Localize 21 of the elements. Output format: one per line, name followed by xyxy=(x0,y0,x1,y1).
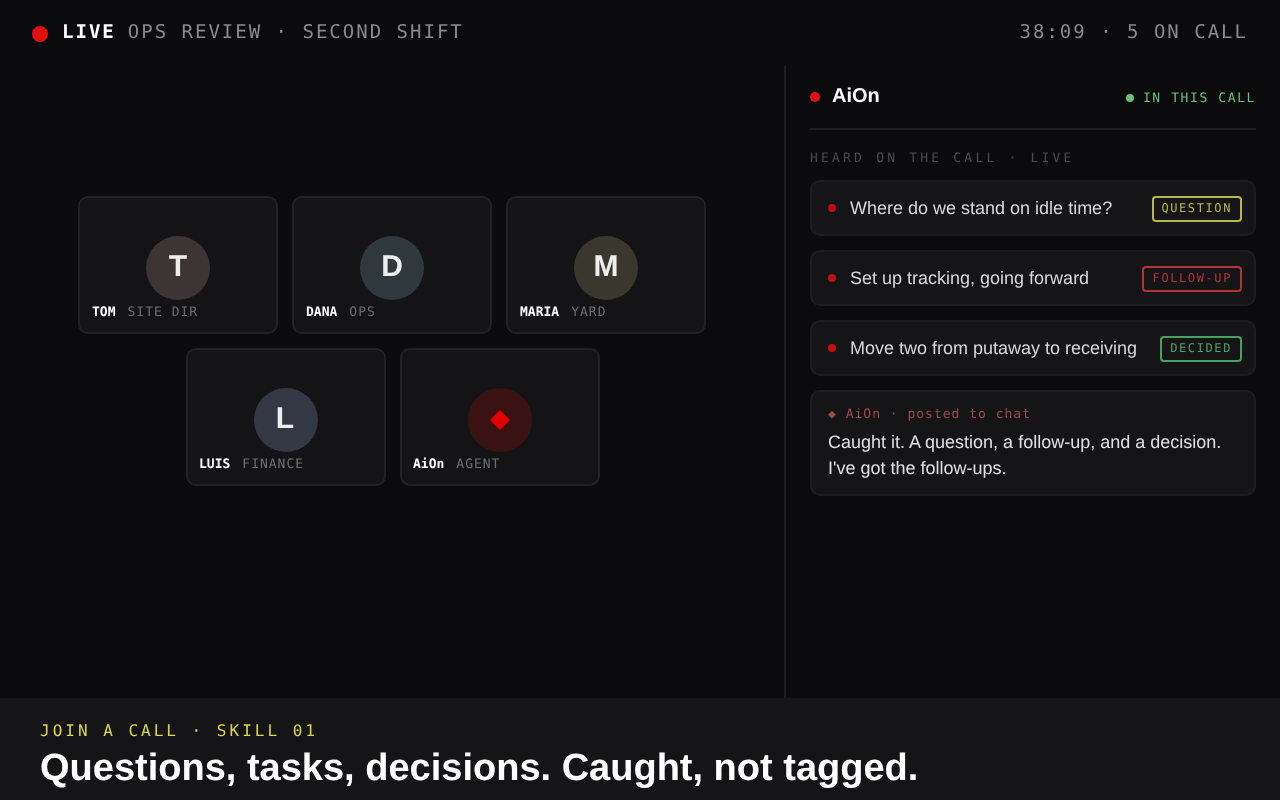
item-text: Move two from putaway to receiving xyxy=(850,338,1140,358)
avatar: D xyxy=(360,235,424,299)
live-dot xyxy=(32,25,48,41)
avatar: M xyxy=(574,235,638,299)
avatar: L xyxy=(253,387,317,451)
agent-name: AiOn xyxy=(832,86,880,108)
call-status: 38:09 · 5 ON CALL xyxy=(1019,22,1248,44)
diamond-icon xyxy=(489,409,509,429)
bullet-dot xyxy=(828,274,836,282)
call-title: OPS REVIEW · SECOND SHIFT xyxy=(127,22,464,44)
avatar: T xyxy=(146,235,210,299)
live-label: LIVE xyxy=(62,22,116,44)
status-dot xyxy=(1126,93,1135,101)
bullet-dot xyxy=(828,204,836,212)
agent-dot xyxy=(810,92,820,102)
bullet-dot xyxy=(828,344,836,352)
headline: Questions, tasks, decisions. Caught, not tagged. xyxy=(40,748,921,792)
eyebrow-label: JOIN A CALL · SKILL 01 xyxy=(40,722,320,740)
item-text: Set up tracking, going forward xyxy=(850,268,1092,288)
item-text: Where do we stand on idle time? xyxy=(850,198,1115,218)
chat-text: Caught it. A question, a follow-up, and a decision. I've got the follow-ups. xyxy=(828,430,1224,481)
